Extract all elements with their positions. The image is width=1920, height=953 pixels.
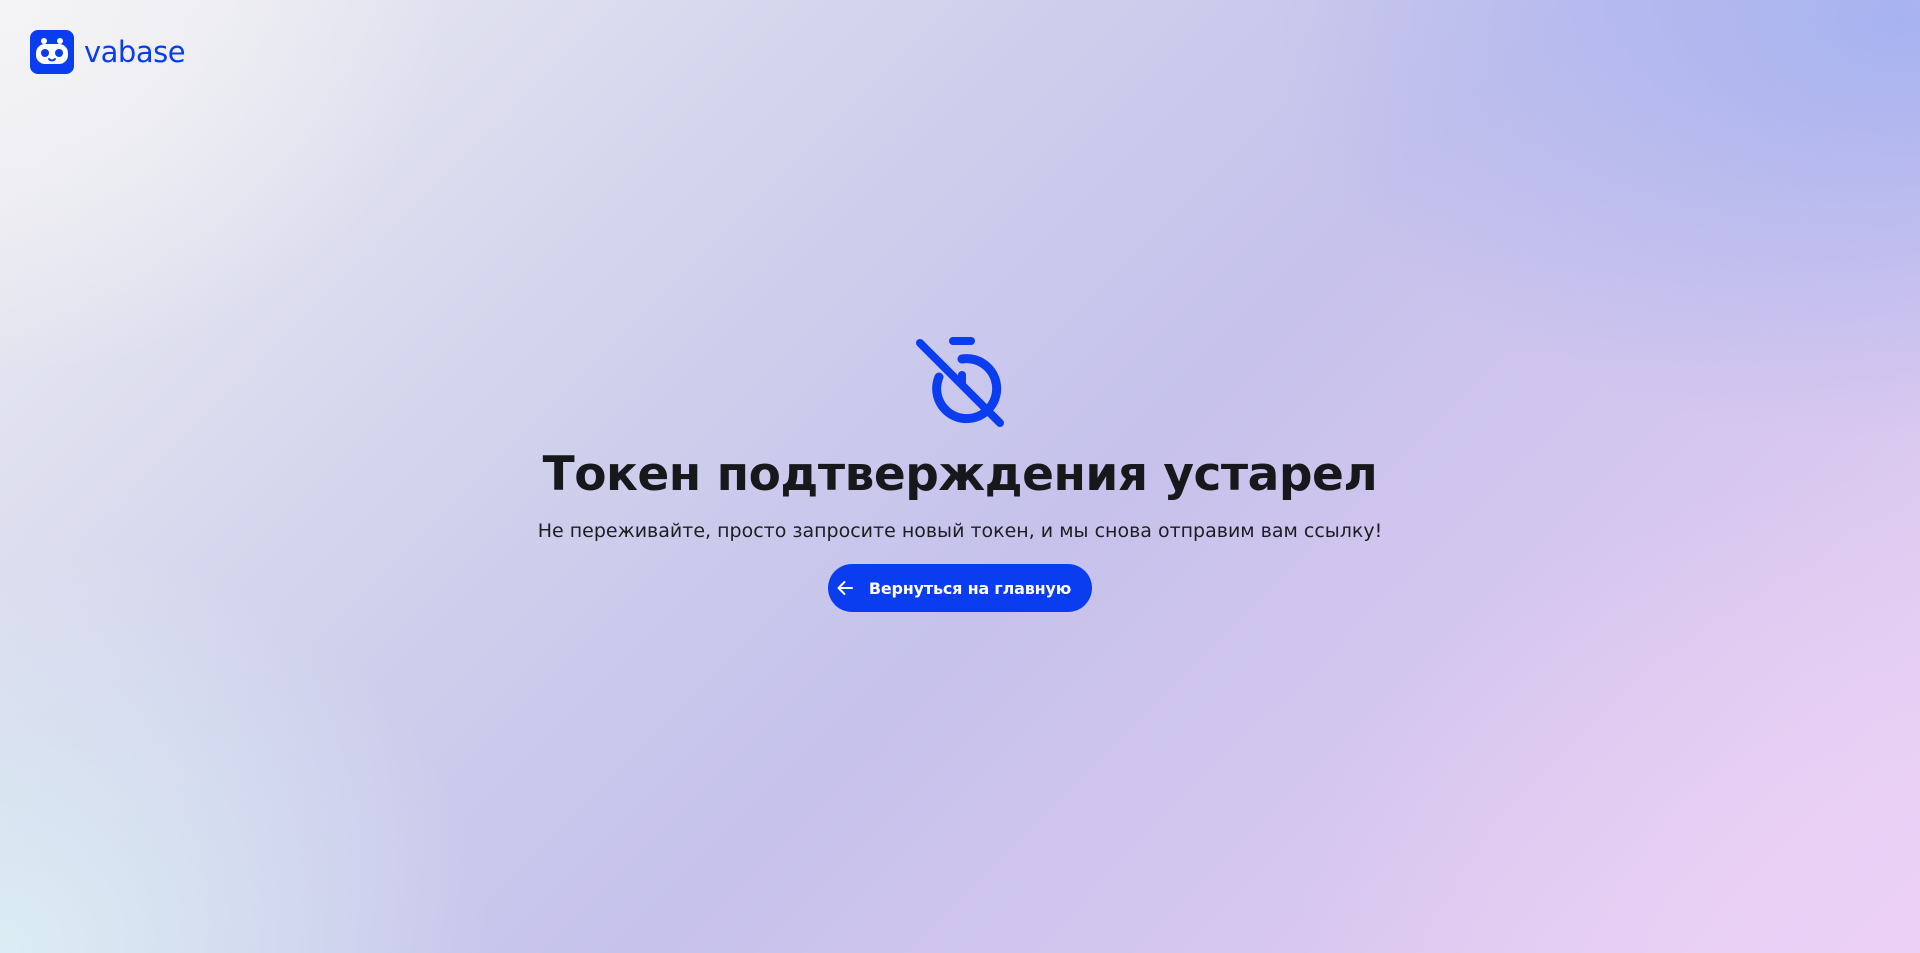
page-title: Токен подтверждения устарел	[542, 447, 1378, 502]
arrow-left-icon	[837, 581, 853, 596]
robot-face-icon	[30, 30, 74, 74]
timer-off-icon	[916, 337, 1004, 427]
page-subtitle: Не переживайте, просто запросите новый т…	[537, 519, 1383, 542]
brand-logo[interactable]: vabase	[30, 30, 186, 74]
back-to-home-label: Вернуться на главную	[868, 578, 1072, 598]
back-to-home-button[interactable]: Вернуться на главную	[828, 564, 1092, 613]
brand-name: vabase	[84, 34, 186, 69]
main-content: Токен подтверждения устарел Не переживай…	[0, 335, 1920, 613]
